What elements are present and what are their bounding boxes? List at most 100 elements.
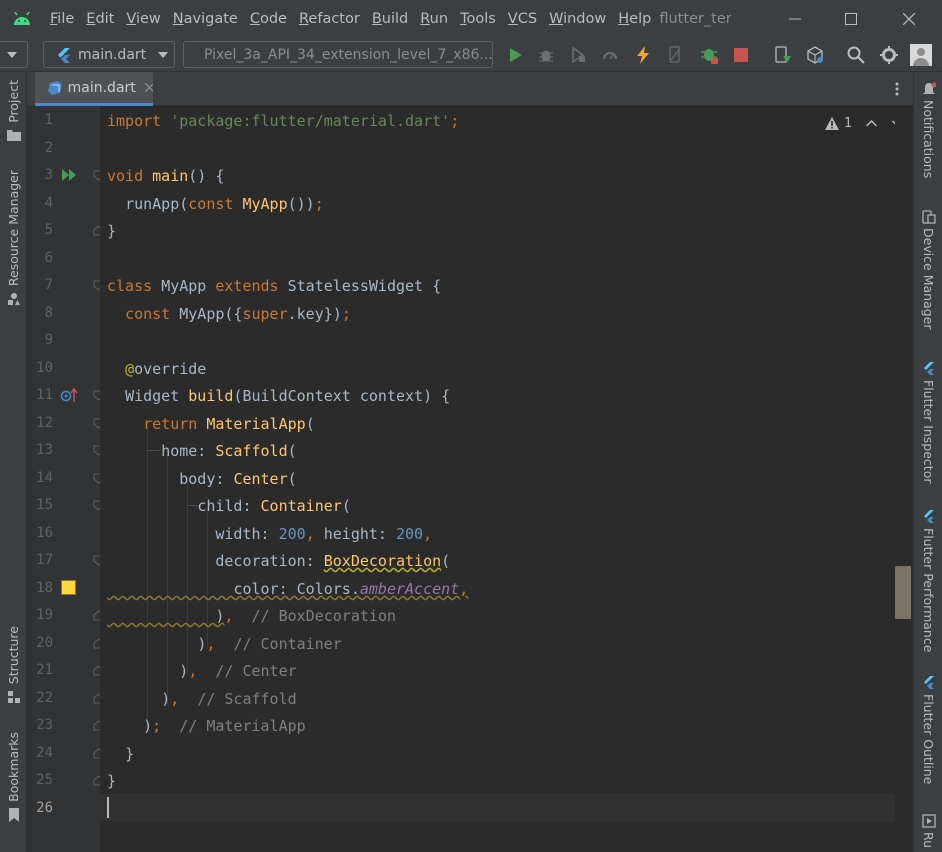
- code-text: runApp(: [125, 195, 189, 213]
- flutter-inspector-tool-button[interactable]: Flutter Inspector: [914, 362, 942, 484]
- menu-help[interactable]: Help: [612, 0, 657, 38]
- module-dropdown[interactable]: [0, 41, 28, 68]
- android-studio-icon: [0, 0, 44, 38]
- close-tab-icon[interactable]: [144, 83, 153, 92]
- menu-run-mnemonic: R: [420, 11, 430, 27]
- device-manager-button[interactable]: [771, 44, 795, 66]
- debug-button[interactable]: [535, 45, 557, 65]
- closing-paren: ): [143, 717, 153, 735]
- run-config-dropdown[interactable]: main.dart: [43, 41, 175, 68]
- line-number: 12: [36, 415, 53, 431]
- account-button[interactable]: [909, 43, 933, 67]
- keyword-const: const: [125, 305, 171, 323]
- menu-run[interactable]: Run: [414, 0, 454, 38]
- keyword-void: void: [107, 167, 144, 185]
- menu-navigate[interactable]: Navigate: [167, 0, 244, 38]
- param-decoration: decoration:: [215, 552, 315, 570]
- run-tool-button[interactable]: Ru: [914, 814, 942, 848]
- line-number: 14: [36, 470, 53, 486]
- menu-view[interactable]: View: [120, 0, 166, 38]
- device-selector[interactable]: Pixel_3a_API_34_extension_level_7_x86...: [183, 41, 493, 68]
- warning-icon: [825, 116, 839, 130]
- hot-reload-button[interactable]: [632, 45, 654, 65]
- flutter-outline-tool-button[interactable]: Flutter Outline: [914, 676, 942, 784]
- maximize-button[interactable]: [822, 0, 880, 38]
- line-number: 23: [36, 717, 53, 733]
- tab-options-button[interactable]: [889, 79, 905, 99]
- overrides-method-icon[interactable]: [60, 387, 78, 403]
- profile-button[interactable]: [599, 45, 621, 65]
- number-literal: 200: [396, 525, 424, 543]
- structure-tool-button[interactable]: Structure: [0, 626, 27, 704]
- flutter-icon: [58, 47, 70, 63]
- line-number: 5: [44, 222, 53, 238]
- bookmarks-tool-button[interactable]: Bookmarks: [0, 732, 27, 822]
- line-number: 20: [36, 635, 53, 651]
- code-editor[interactable]: import 'package:flutter/material.dart'; …: [100, 106, 895, 852]
- tab-main-dart[interactable]: main.dart: [35, 72, 153, 106]
- code-line-13: home: Scaffold(: [107, 441, 296, 461]
- menu-run-label: un: [429, 11, 449, 27]
- attach-debugger-button[interactable]: [697, 44, 721, 66]
- closing-paren: ): [197, 635, 207, 653]
- run-with-coverage-button[interactable]: [567, 45, 589, 65]
- annotation-override: override: [134, 360, 207, 378]
- color-swatch-amber-accent[interactable]: [61, 580, 76, 595]
- code-line-18: color: Colors.amberAccent,: [107, 579, 468, 599]
- editor-gutter: 1 2 3 4 5 6 7 8 9 10 11 12 13 14 15 16 1…: [27, 106, 104, 852]
- notifications-tool-button[interactable]: Notifications: [914, 82, 942, 178]
- code-line-3: void main() {: [107, 166, 224, 186]
- code-text: (: [305, 415, 315, 433]
- editor-tab-bar: main.dart: [27, 72, 913, 106]
- menu-file[interactable]: File: [44, 0, 80, 38]
- bell-icon: [922, 82, 936, 94]
- flutter-performance-tool-button[interactable]: Flutter Performance: [914, 510, 942, 652]
- hot-restart-button[interactable]: [664, 45, 686, 65]
- menu-tools[interactable]: Tools: [454, 0, 502, 38]
- run-main-gutter-icon[interactable]: [62, 168, 78, 182]
- menu-help-mnemonic: H: [618, 11, 630, 27]
- line-number: 24: [36, 745, 53, 761]
- device-manager-tool-button[interactable]: Device Manager: [914, 210, 942, 330]
- line-number: 25: [36, 772, 53, 788]
- menu-window[interactable]: Window: [543, 0, 612, 38]
- closing-label-comment: // Scaffold: [197, 690, 297, 708]
- warning-count: 1: [844, 115, 853, 131]
- line-number: 4: [44, 195, 53, 211]
- line-number: 10: [36, 360, 53, 376]
- left-tool-strip: Project Resource Manager Structure Bookm…: [0, 72, 27, 852]
- sdk-manager-button[interactable]: [803, 44, 827, 66]
- inspection-widget[interactable]: 1: [825, 114, 895, 132]
- run-config-label: main.dart: [78, 46, 147, 63]
- function-main: main: [152, 167, 189, 185]
- minimize-button[interactable]: [766, 0, 824, 38]
- menu-code[interactable]: Code: [244, 0, 293, 38]
- chevron-down-icon: [7, 51, 17, 58]
- menu-refactor[interactable]: Refactor: [293, 0, 366, 38]
- gear-icon: [880, 46, 898, 64]
- menu-view-label: iew: [135, 11, 161, 27]
- previous-highlight-icon[interactable]: [866, 119, 878, 127]
- main-toolbar: main.dart Pixel_3a_API_34_extension_leve…: [0, 38, 942, 72]
- class-boxdecoration: BoxDecoration: [323, 552, 442, 570]
- run-button[interactable]: [504, 45, 526, 65]
- method-build: build: [188, 387, 234, 405]
- coverage-icon: [572, 47, 585, 63]
- menu-vcs[interactable]: VCS: [502, 0, 543, 38]
- device-manager-icon: [921, 210, 936, 224]
- close-window-button[interactable]: [880, 0, 938, 38]
- resource-manager-tool-button[interactable]: Resource Manager: [0, 170, 27, 306]
- more-vertical-icon: [895, 82, 899, 96]
- editor-scrollbar[interactable]: [895, 106, 913, 852]
- menu-build[interactable]: Build: [366, 0, 414, 38]
- project-tool-button[interactable]: Project: [0, 80, 27, 141]
- menu-edit[interactable]: Edit: [80, 0, 120, 38]
- stop-button[interactable]: [731, 45, 751, 65]
- scrollbar-warning-mark[interactable]: [895, 566, 911, 619]
- class-scaffold: Scaffold: [215, 442, 288, 460]
- import-string: 'package:flutter/material.dart': [170, 112, 451, 130]
- device-label: Pixel_3a_API_34_extension_level_7_x86...: [204, 46, 493, 63]
- search-everywhere-button[interactable]: [844, 44, 868, 66]
- comma: ,: [206, 635, 216, 653]
- settings-button[interactable]: [877, 44, 901, 66]
